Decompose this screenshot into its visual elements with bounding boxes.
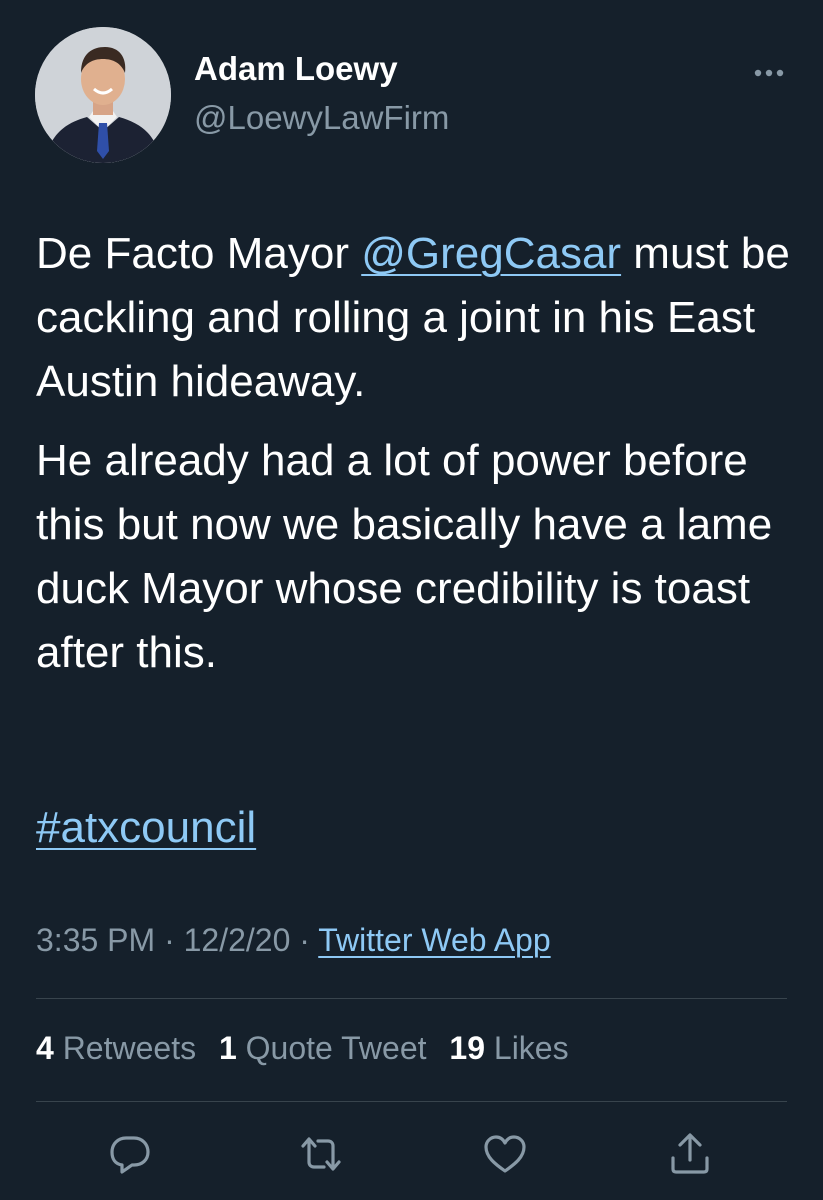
tweet-date: 12/2/20 bbox=[183, 922, 291, 958]
tweet-source-link[interactable]: Twitter Web App bbox=[318, 922, 550, 958]
quote-tweets-label: Quote Tweet bbox=[245, 1030, 427, 1066]
tweet-paragraph: De Facto Mayor @GregCasar must be cackli… bbox=[36, 222, 806, 414]
likes-count: 19 bbox=[449, 1030, 485, 1066]
share-icon bbox=[671, 1133, 709, 1174]
retweets-label: Retweets bbox=[62, 1030, 197, 1066]
likes-stat[interactable]: 19 Likes bbox=[449, 1030, 568, 1066]
like-button[interactable] bbox=[481, 1130, 529, 1178]
divider bbox=[36, 998, 787, 999]
hashtag-link[interactable]: #atxcouncil bbox=[36, 803, 256, 852]
retweet-icon bbox=[301, 1137, 341, 1171]
meta-separator: · bbox=[290, 922, 319, 958]
retweet-button[interactable] bbox=[297, 1130, 345, 1178]
tweet-stats: 4 Retweets 1 Quote Tweet 19 Likes bbox=[36, 1030, 583, 1067]
reply-icon bbox=[110, 1136, 150, 1174]
likes-label: Likes bbox=[493, 1030, 569, 1066]
author-name[interactable]: Adam Loewy bbox=[194, 50, 398, 88]
quote-tweets-count: 1 bbox=[218, 1030, 237, 1066]
more-options-button[interactable] bbox=[738, 58, 794, 88]
tweet-paragraph: He already had a lot of power before thi… bbox=[36, 436, 773, 677]
meta-separator: · bbox=[155, 922, 184, 958]
tweet-actions bbox=[0, 1130, 823, 1180]
mention-link[interactable]: @GregCasar bbox=[361, 229, 621, 278]
tweet-meta: 3:35 PM · 12/2/20 · Twitter Web App bbox=[36, 922, 551, 959]
more-icon bbox=[754, 69, 784, 77]
divider bbox=[36, 1101, 787, 1102]
tweet-text-prefix: De Facto Mayor bbox=[36, 229, 362, 278]
retweets-stat[interactable]: 4 Retweets bbox=[36, 1030, 196, 1066]
tweet-detail: Adam Loewy @LoewyLawFirm De Facto Mayor … bbox=[0, 0, 823, 1200]
quote-tweets-stat[interactable]: 1 Quote Tweet bbox=[219, 1030, 427, 1066]
hashtag-container: #atxcouncil bbox=[36, 796, 256, 860]
reply-button[interactable] bbox=[106, 1130, 154, 1178]
author-handle[interactable]: @LoewyLawFirm bbox=[194, 99, 449, 137]
avatar[interactable] bbox=[35, 27, 171, 163]
retweets-count: 4 bbox=[36, 1030, 54, 1066]
share-button[interactable] bbox=[666, 1130, 714, 1178]
tweet-text: De Facto Mayor @GregCasar must be cackli… bbox=[36, 222, 806, 685]
like-icon bbox=[484, 1135, 526, 1173]
avatar-image bbox=[35, 27, 171, 163]
tweet-time: 3:35 PM bbox=[36, 922, 156, 958]
